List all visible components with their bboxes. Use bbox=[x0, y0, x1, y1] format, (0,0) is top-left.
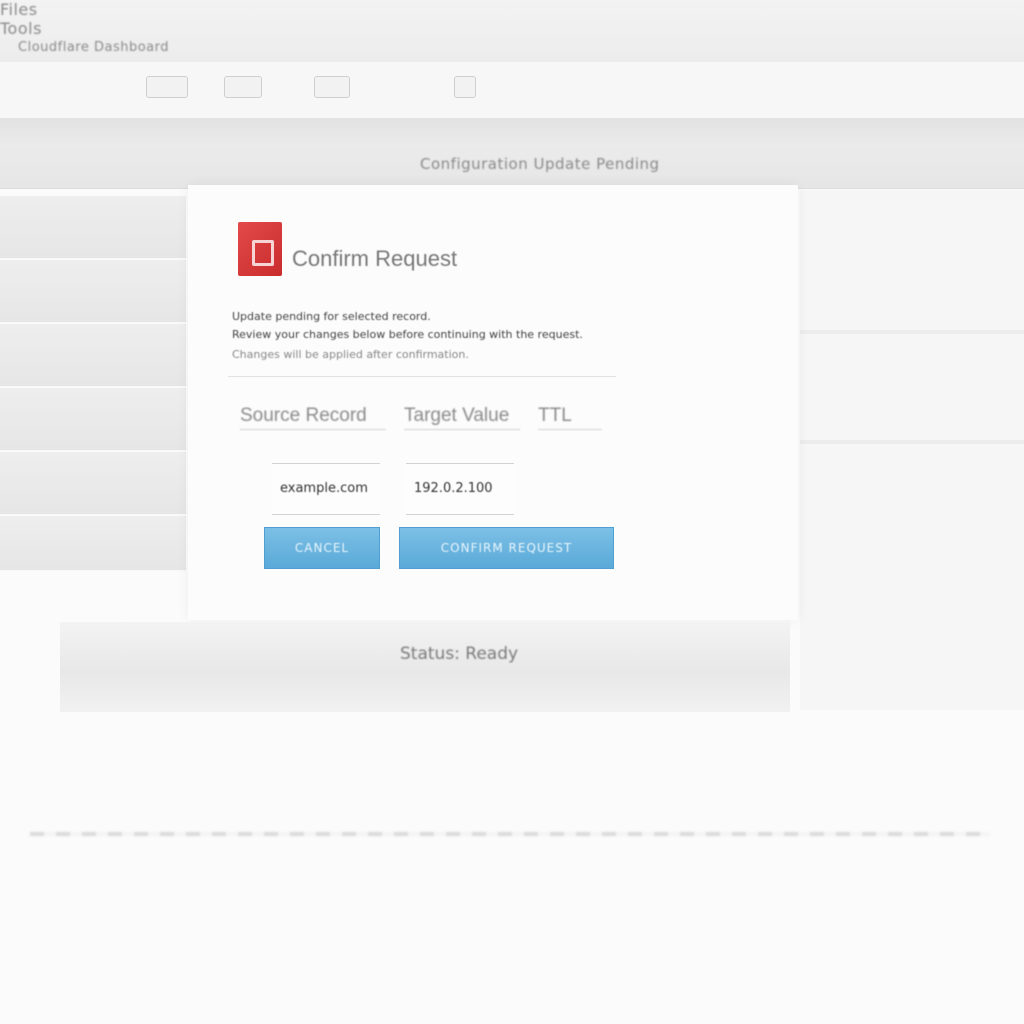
toolbar-button-dns[interactable] bbox=[224, 76, 262, 98]
target-value-value: 192.0.2.100 bbox=[414, 481, 493, 496]
dialog-message: Review your changes below before continu… bbox=[232, 328, 583, 341]
divider bbox=[800, 440, 1024, 444]
confirm-button-label: CONFIRM REQUEST bbox=[440, 541, 573, 555]
list-item[interactable] bbox=[0, 260, 186, 323]
field-label-target: Target Value bbox=[404, 405, 520, 430]
bottom-divider bbox=[30, 832, 990, 836]
cancel-button[interactable]: CANCEL bbox=[264, 527, 380, 569]
list-item[interactable] bbox=[0, 452, 186, 515]
field-label-ttl: TTL bbox=[538, 405, 602, 430]
app-logo-icon bbox=[238, 222, 282, 276]
cancel-button-label: CANCEL bbox=[294, 541, 350, 555]
footer-panel bbox=[60, 622, 790, 712]
dialog-divider bbox=[228, 376, 616, 377]
source-record-value: example.com bbox=[280, 481, 368, 496]
list-item[interactable] bbox=[0, 196, 186, 259]
footer-status-label: Status: Ready bbox=[400, 644, 519, 664]
toolbar-button-files[interactable] bbox=[314, 76, 350, 98]
confirm-button[interactable]: CONFIRM REQUEST bbox=[399, 527, 614, 569]
field-label-source: Source Record bbox=[240, 405, 386, 430]
dialog-message: Changes will be applied after confirmati… bbox=[232, 348, 469, 361]
list-item[interactable] bbox=[0, 324, 186, 387]
banner-text: Configuration Update Pending bbox=[420, 155, 660, 173]
toolbar-button-tools[interactable] bbox=[454, 76, 476, 98]
toolbar-button-sites[interactable] bbox=[146, 76, 188, 98]
list-item[interactable] bbox=[0, 516, 186, 571]
toolbar-item-label: Files bbox=[0, 0, 38, 19]
dialog-message: Update pending for selected record. bbox=[232, 310, 431, 323]
right-panel bbox=[800, 190, 1024, 710]
dialog-title: Confirm Request bbox=[292, 246, 458, 271]
list-item[interactable] bbox=[0, 388, 186, 451]
window-title: Cloudflare Dashboard bbox=[18, 40, 170, 55]
toolbar-item-label: Tools bbox=[0, 19, 42, 38]
divider bbox=[800, 330, 1024, 334]
notification-banner bbox=[0, 118, 1024, 189]
